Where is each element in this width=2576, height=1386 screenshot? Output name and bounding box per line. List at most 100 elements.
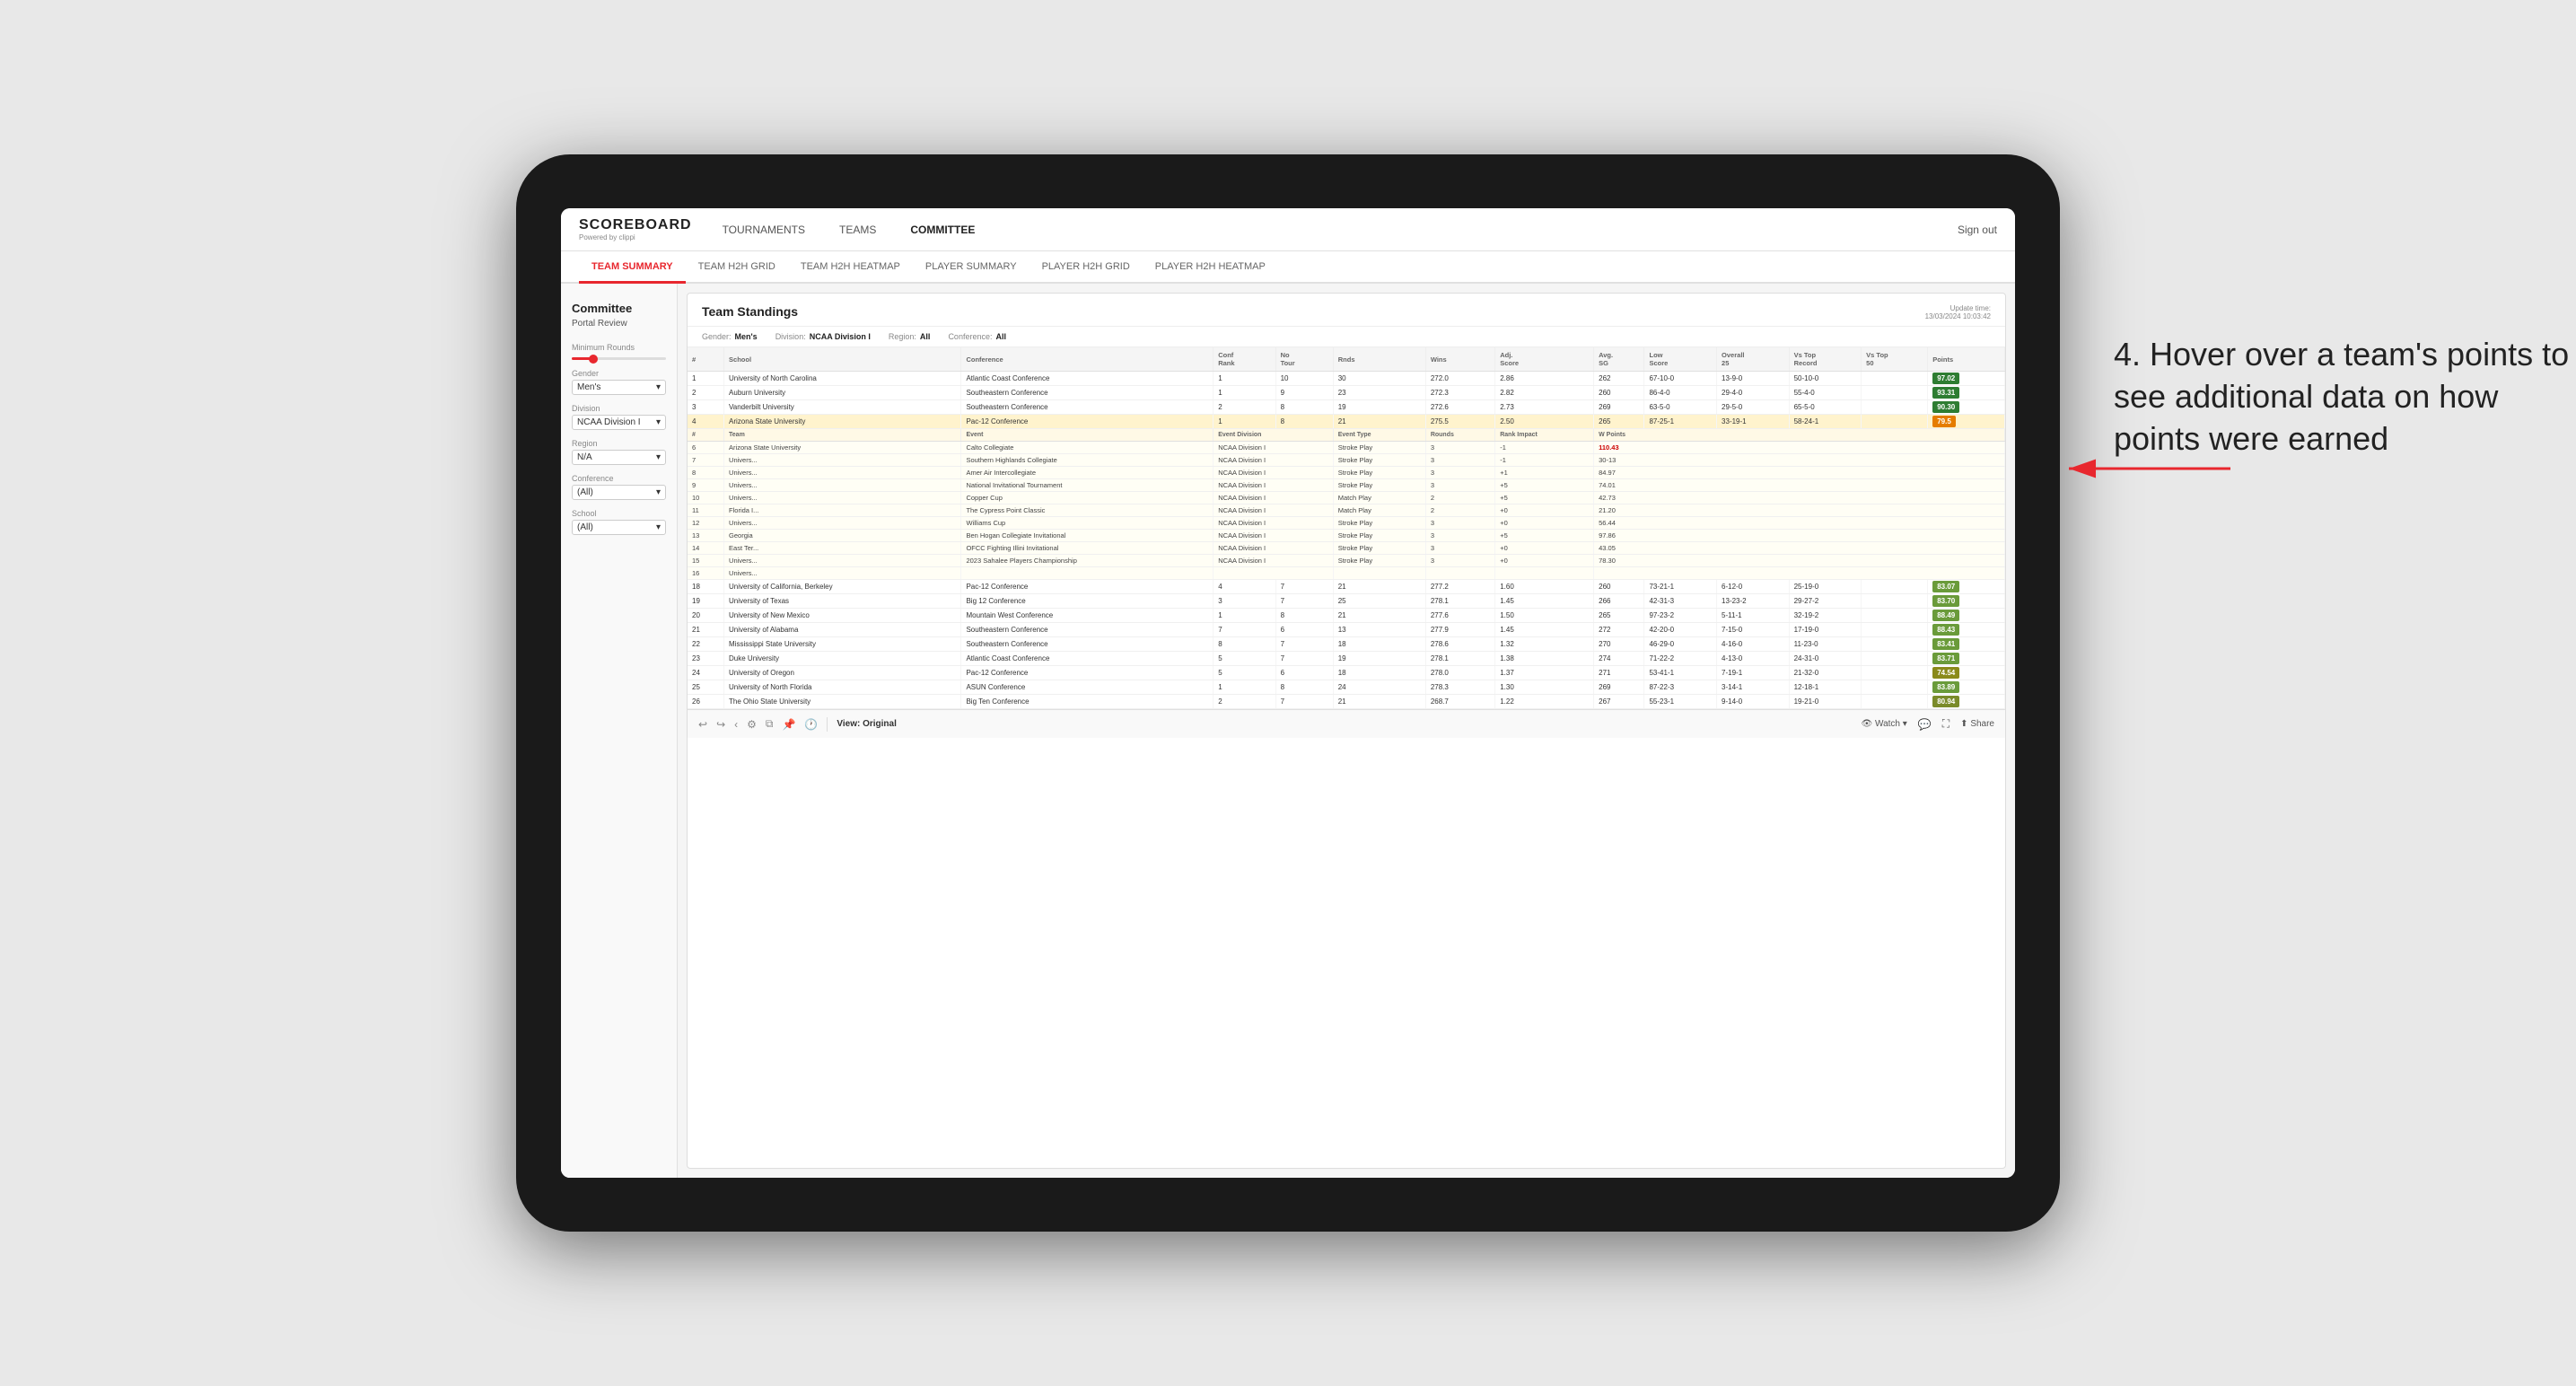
cell-points[interactable]: 83.71 xyxy=(1928,652,2005,666)
tab-player-h2h-grid[interactable]: PLAYER H2H GRID xyxy=(1030,251,1143,284)
col-rank: # xyxy=(688,347,724,372)
cell-points[interactable]: 90.30 xyxy=(1928,400,2005,415)
annotation-arrow xyxy=(2060,442,2239,496)
expanded-row: 9Univers...National Invitational Tournam… xyxy=(688,479,2005,492)
tablet-screen: SCOREBOARD Powered by clippi TOURNAMENTS… xyxy=(561,208,2015,1178)
cell-points[interactable]: 83.89 xyxy=(1928,680,2005,695)
cell-points[interactable]: 74.54 xyxy=(1928,666,2005,680)
undo-button[interactable]: ↩ xyxy=(698,718,707,731)
table-row: 22Mississippi State UniversitySoutheaste… xyxy=(688,637,2005,652)
sidebar-title: Committee xyxy=(572,302,666,317)
nav-committee[interactable]: COMMITTEE xyxy=(907,208,978,251)
watch-button[interactable]: 👁 Watch ▾ xyxy=(1862,719,1907,729)
col-adj-score: Adj.Score xyxy=(1495,347,1594,372)
sign-out-button[interactable]: Sign out xyxy=(1958,224,1997,236)
division-filter-display: Division: NCAA Division I xyxy=(775,332,871,341)
cell-points[interactable]: 88.49 xyxy=(1928,609,2005,623)
expanded-row: 7Univers...Southern Highlands Collegiate… xyxy=(688,454,2005,467)
pin-button[interactable]: 📌 xyxy=(782,718,795,731)
redo-button[interactable]: ↪ xyxy=(716,718,725,731)
nav-tournaments[interactable]: TOURNAMENTS xyxy=(719,208,809,251)
tab-player-summary[interactable]: PLAYER SUMMARY xyxy=(913,251,1030,284)
fullscreen-button[interactable]: ⛶ xyxy=(1942,717,1950,731)
report-title: Team Standings xyxy=(702,304,798,319)
col-low-score: LowScore xyxy=(1644,347,1717,372)
cell-points[interactable]: 83.70 xyxy=(1928,594,2005,609)
conference-filter[interactable]: (All) ▾ xyxy=(572,485,666,500)
table-row: 3 Vanderbilt University Southeastern Con… xyxy=(688,400,2005,415)
col-overall: Overall25 xyxy=(1717,347,1790,372)
col-vs-top: Vs TopRecord xyxy=(1789,347,1862,372)
table-row: 19University of TexasBig 12 Conference 3… xyxy=(688,594,2005,609)
settings-button[interactable]: ⚙ xyxy=(747,718,757,731)
sidebar-subtitle: Portal Review xyxy=(572,319,666,329)
cell-points[interactable]: 97.02 xyxy=(1928,372,2005,386)
copy-button[interactable]: ⧉ xyxy=(766,717,774,731)
cell-vstop50 xyxy=(1862,372,1928,386)
table-row: 26The Ohio State UniversityBig Ten Confe… xyxy=(688,695,2005,709)
cell-points[interactable]: 88.43 xyxy=(1928,623,2005,637)
table-row-arizona-state: 4 Arizona State University Pac-12 Confer… xyxy=(688,415,2005,429)
table-row: 25University of North FloridaASUN Confer… xyxy=(688,680,2005,695)
expanded-section-header: # Team Event Event Division Event Type R… xyxy=(688,429,2005,442)
cell-conf: Atlantic Coast Conference xyxy=(961,372,1214,386)
expanded-row: 12Univers...Williams CupNCAA Division I … xyxy=(688,517,2005,530)
division-filter-label: Division xyxy=(572,404,666,413)
table-row: 20University of New MexicoMountain West … xyxy=(688,609,2005,623)
cell-points[interactable]: 83.07 xyxy=(1928,580,2005,594)
cell-wins: 272.0 xyxy=(1425,372,1494,386)
cell-school: University of North Carolina xyxy=(724,372,961,386)
cell-points[interactable]: 83.41 xyxy=(1928,637,2005,652)
tab-team-h2h-grid[interactable]: TEAM H2H GRID xyxy=(686,251,788,284)
col-no-tour: NoTour xyxy=(1275,347,1333,372)
tablet-frame: SCOREBOARD Powered by clippi TOURNAMENTS… xyxy=(516,154,2060,1232)
share-button[interactable]: ⬆ Share xyxy=(1960,719,1994,729)
col-vs-top50: Vs Top50 xyxy=(1862,347,1928,372)
expanded-row: 8Univers...Amer Air IntercollegiateNCAA … xyxy=(688,467,2005,479)
table-row: 24University of OregonPac-12 Conference … xyxy=(688,666,2005,680)
expanded-row: 6Arizona State UniversityCalto Collegiat… xyxy=(688,442,2005,454)
cell-conf-rank: 1 xyxy=(1214,372,1275,386)
table-row: 23Duke UniversityAtlantic Coast Conferen… xyxy=(688,652,2005,666)
sub-nav: TEAM SUMMARY TEAM H2H GRID TEAM H2H HEAT… xyxy=(561,251,2015,284)
col-conf-rank: ConfRank xyxy=(1214,347,1275,372)
cell-no-tour: 10 xyxy=(1275,372,1333,386)
comment-button[interactable]: 💬 xyxy=(1918,718,1932,731)
expanded-row: 10Univers...Copper CupNCAA Division I Ma… xyxy=(688,492,2005,504)
update-time: Update time: 13/03/2024 10:03:42 xyxy=(1925,304,1991,320)
expanded-row: 16Univers... xyxy=(688,567,2005,580)
standings-table: # School Conference ConfRank NoTour Rnds… xyxy=(688,347,2005,709)
top-nav: SCOREBOARD Powered by clippi TOURNAMENTS… xyxy=(561,208,2015,251)
report-filters: Gender: Men's Division: NCAA Division I … xyxy=(688,327,2005,347)
toolbar-right: 👁 Watch ▾ 💬 ⛶ ⬆ Share xyxy=(1862,717,1994,731)
view-label[interactable]: View: Original xyxy=(837,719,897,729)
cell-points[interactable]: 93.31 xyxy=(1928,386,2005,400)
nav-teams[interactable]: TEAMS xyxy=(836,208,880,251)
cell-rnds: 30 xyxy=(1333,372,1425,386)
tab-team-h2h-heatmap[interactable]: TEAM H2H HEATMAP xyxy=(788,251,913,284)
report-area: Team Standings Update time: 13/03/2024 1… xyxy=(687,293,2006,1169)
cell-points[interactable]: 80.94 xyxy=(1928,695,2005,709)
sidebar: Committee Portal Review Minimum Rounds G… xyxy=(561,284,678,1178)
division-filter[interactable]: NCAA Division I ▾ xyxy=(572,415,666,430)
expanded-row: 11Florida I...The Cypress Point ClassicN… xyxy=(688,504,2005,517)
col-avg-sg: Avg.SG xyxy=(1594,347,1644,372)
cell-rank: 1 xyxy=(688,372,724,386)
col-school: School xyxy=(724,347,961,372)
cell-points-highlighted[interactable]: 79.5 xyxy=(1928,415,2005,429)
school-filter[interactable]: (All) ▾ xyxy=(572,520,666,535)
clock-button[interactable]: 🕐 xyxy=(804,718,818,731)
conference-filter-label: Conference xyxy=(572,474,666,483)
col-conference: Conference xyxy=(961,347,1214,372)
table-row: 21University of AlabamaSoutheastern Conf… xyxy=(688,623,2005,637)
tab-player-h2h-heatmap[interactable]: PLAYER H2H HEATMAP xyxy=(1143,251,1278,284)
gender-filter[interactable]: Men's ▾ xyxy=(572,380,666,395)
col-wins: Wins xyxy=(1425,347,1494,372)
main-nav: TOURNAMENTS TEAMS COMMITTEE xyxy=(719,208,1958,251)
min-rounds-slider[interactable] xyxy=(572,357,666,360)
bottom-toolbar: ↩ ↪ ‹ ⚙ ⧉ 📌 🕐 View: Original 👁 Watch ▾ 💬… xyxy=(688,709,2005,738)
nav-back-button[interactable]: ‹ xyxy=(734,718,738,731)
main-content: Committee Portal Review Minimum Rounds G… xyxy=(561,284,2015,1178)
tab-team-summary[interactable]: TEAM SUMMARY xyxy=(579,251,686,284)
region-filter[interactable]: N/A ▾ xyxy=(572,450,666,465)
